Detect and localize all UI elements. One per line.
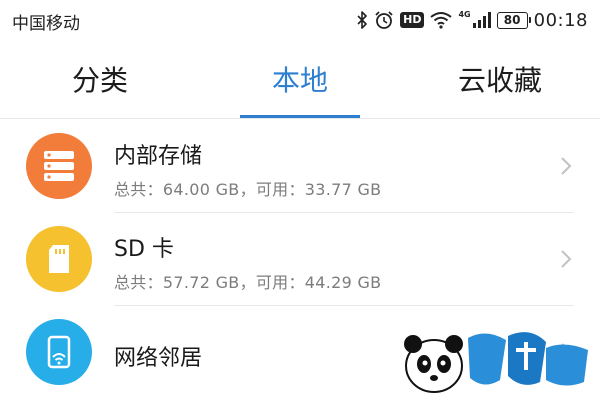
sd-card-icon — [26, 226, 92, 292]
chevron-right-icon — [561, 250, 572, 268]
tab-bar: 分类 本地 云收藏 — [0, 40, 600, 118]
panda-logo-icon — [404, 332, 588, 393]
tab-local[interactable]: 本地 — [200, 40, 400, 118]
network-device-icon — [26, 319, 92, 385]
storage-capacity: 总共：64.00 GB，可用：33.77 GB — [114, 180, 382, 199]
network-type-label: 4G — [458, 9, 471, 19]
bluetooth-icon — [357, 11, 367, 29]
tab-category[interactable]: 分类 — [0, 40, 200, 118]
list-item-internal-storage[interactable]: 内部存储 总共：64.00 GB，可用：33.77 GB — [0, 120, 600, 213]
carrier-name: 中国移动 — [12, 14, 80, 34]
status-bar: 中国移动 HD 4G 80 00:18 — [0, 0, 600, 40]
server-storage-icon — [26, 133, 92, 199]
alarm-icon — [375, 11, 393, 29]
storage-title: 内部存储 — [114, 144, 203, 169]
cellular-signal-icon — [472, 12, 491, 28]
storage-title: 网络邻居 — [114, 346, 203, 371]
storage-title: SD 卡 — [114, 237, 174, 262]
status-icons: HD 4G 80 00:18 — [356, 8, 588, 32]
status-time: 00:18 — [533, 9, 588, 31]
chevron-right-icon — [561, 157, 572, 175]
tab-cloud-favorites[interactable]: 云收藏 — [400, 40, 600, 118]
battery-icon: 80 — [496, 11, 531, 29]
wifi-icon — [430, 12, 453, 29]
storage-capacity: 总共：57.72 GB，可用：44.29 GB — [114, 273, 382, 292]
list-item-sd-card[interactable]: SD 卡 总共：57.72 GB，可用：44.29 GB — [0, 213, 600, 306]
tab-divider — [0, 118, 600, 119]
watermark-logo — [396, 320, 596, 398]
hd-icon: HD — [400, 12, 425, 28]
